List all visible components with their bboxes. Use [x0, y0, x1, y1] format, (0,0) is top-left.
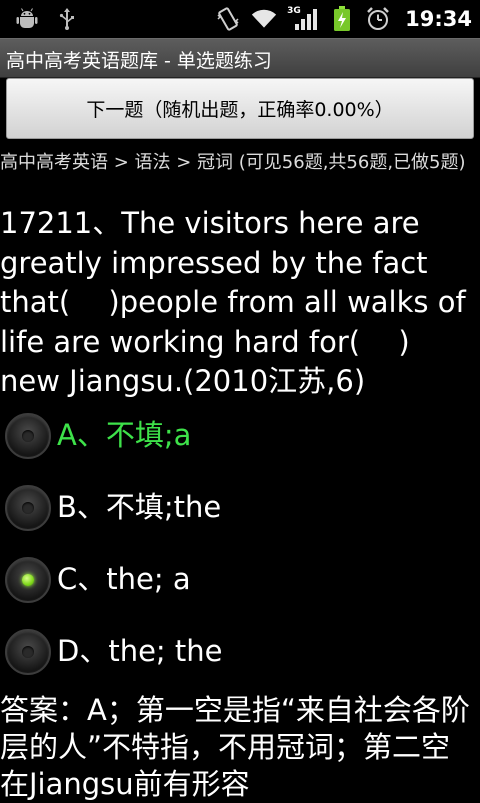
radio-dot-icon [22, 574, 34, 586]
question-text: 17211、The visitors here are greatly impr… [0, 206, 466, 398]
alarm-icon [365, 6, 391, 32]
battery-charging-icon [329, 6, 355, 32]
status-time: 19:34 [405, 7, 472, 31]
option-b-label[interactable]: B、不填;the [57, 487, 221, 527]
3g-signal-icon: 3G [287, 6, 319, 32]
option-a-label[interactable]: A、不填;a [57, 415, 191, 455]
app-title: 高中高考英语题库 - 单选题练习 [6, 50, 272, 72]
status-left-icons [14, 6, 80, 32]
option-c-label[interactable]: C、the; a [57, 559, 191, 599]
status-right-icons: 3G 19:34 [215, 0, 472, 38]
option-c-radio[interactable] [5, 557, 51, 603]
option-c[interactable]: C、the; a [0, 550, 480, 610]
next-question-button[interactable]: 下一题（随机出题，正确率0.00%） [6, 78, 474, 139]
radio-dot-icon [22, 430, 34, 442]
wifi-icon [251, 6, 277, 32]
radio-dot-icon [22, 646, 34, 658]
option-d[interactable]: D、the; the [0, 622, 480, 682]
option-d-label[interactable]: D、the; the [57, 631, 223, 671]
breadcrumb: 高中高考英语 > 语法 > 冠词 (可见56题,共56题,已做5题) [0, 152, 466, 173]
title-bar: 高中高考英语题库 - 单选题练习 [0, 38, 480, 78]
status-bar: 3G 19:34 [0, 0, 480, 38]
vibrate-icon [215, 6, 241, 32]
option-d-radio[interactable] [5, 629, 51, 675]
option-b[interactable]: B、不填;the [0, 478, 480, 538]
usb-icon [54, 6, 80, 32]
option-a-radio[interactable] [5, 413, 51, 459]
network-type-label: 3G [287, 6, 301, 16]
radio-dot-icon [22, 502, 34, 514]
android-debug-icon [14, 6, 40, 32]
option-a[interactable]: A、不填;a [0, 406, 480, 466]
answer-explanation: 答案：A；第一空是指“来自社会各阶层的人”不特指，不用冠词；第二空在Jiangs… [0, 693, 470, 801]
option-b-radio[interactable] [5, 485, 51, 531]
